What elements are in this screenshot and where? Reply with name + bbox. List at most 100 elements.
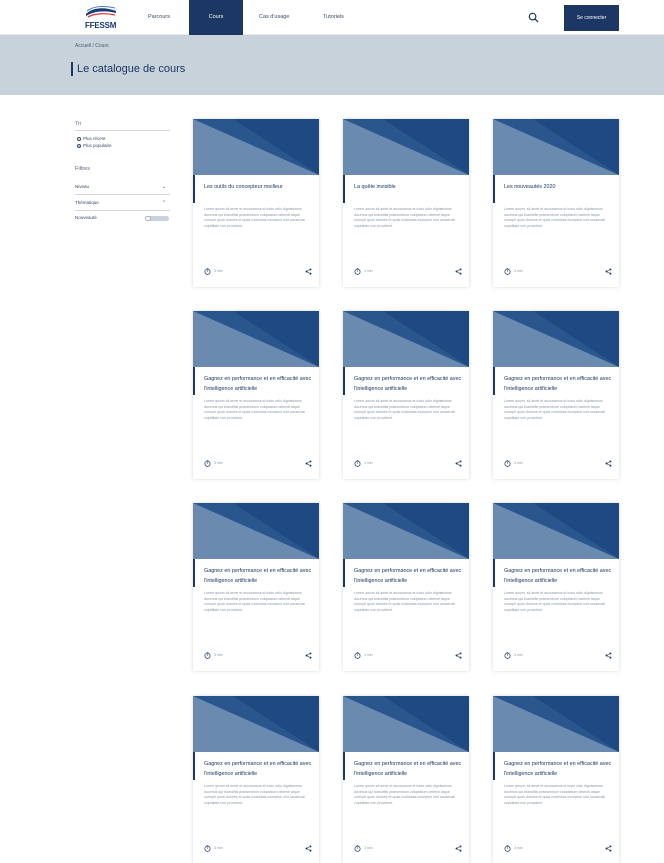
clock-icon xyxy=(354,268,361,275)
course-image xyxy=(493,119,619,175)
logo-text: FFESSM xyxy=(85,21,117,30)
card-accent-bar xyxy=(493,367,495,395)
toggle-knob xyxy=(145,216,151,221)
course-card[interactable]: Gagnez en performance et en efficacité a… xyxy=(193,311,319,479)
course-card[interactable]: Les nouveautés 2020 Lorem ipsum, sit ame… xyxy=(493,119,619,287)
course-title[interactable]: Les outils du concepteur meilleur xyxy=(204,182,314,192)
share-icon[interactable] xyxy=(455,845,462,852)
card-accent-bar xyxy=(493,175,495,203)
filters-heading: Filtres xyxy=(75,166,90,172)
course-card[interactable]: Gagnez en performance et en efficacité a… xyxy=(193,696,319,863)
course-title[interactable]: Gagnez en performance et en efficacité a… xyxy=(504,374,614,394)
course-card[interactable]: Gagnez en performance et en efficacité a… xyxy=(493,503,619,671)
card-accent-bar xyxy=(343,559,345,587)
course-image xyxy=(193,503,319,559)
share-icon[interactable] xyxy=(455,460,462,467)
course-title[interactable]: Gagnez en performance et en efficacité a… xyxy=(354,759,464,779)
clock-icon xyxy=(204,652,211,659)
course-title[interactable]: Gagnez en performance et en efficacité a… xyxy=(504,759,614,779)
course-image xyxy=(493,696,619,752)
course-duration: 3 min xyxy=(364,846,373,850)
course-image xyxy=(493,311,619,367)
course-description: Lorem ipsum sit amet et accusamus et ius… xyxy=(354,207,455,228)
share-icon[interactable] xyxy=(605,845,612,852)
clock-icon xyxy=(504,268,511,275)
clock-icon xyxy=(204,845,211,852)
course-duration: 3 min xyxy=(364,653,373,657)
card-accent-bar xyxy=(343,752,345,780)
course-title[interactable]: La quête invisible xyxy=(354,182,464,192)
connect-button[interactable]: Se connecter xyxy=(564,5,619,31)
nouveaute-toggle[interactable] xyxy=(145,216,169,221)
radio-unchecked-icon[interactable] xyxy=(77,136,81,141)
course-card[interactable]: Gagnez en performance et en efficacité a… xyxy=(343,311,469,479)
course-title[interactable]: Gagnez en performance et en efficacité a… xyxy=(204,759,314,779)
course-card[interactable]: Les outils du concepteur meilleur Lorem … xyxy=(193,119,319,287)
card-accent-bar xyxy=(493,752,495,780)
course-card[interactable]: Gagnez en performance et en efficacité a… xyxy=(193,503,319,671)
card-accent-bar xyxy=(193,752,195,780)
course-duration: 3 min xyxy=(514,461,523,465)
nav-link-parcours[interactable]: Parcours xyxy=(148,0,170,35)
nav-link-tutoriels[interactable]: Tutoriels xyxy=(323,0,344,35)
card-accent-bar xyxy=(193,559,195,587)
share-icon[interactable] xyxy=(305,268,312,275)
breadcrumb[interactable]: Accueil / Cours xyxy=(75,43,109,49)
share-icon[interactable] xyxy=(605,460,612,467)
wave-logo-icon xyxy=(86,5,116,18)
course-card[interactable]: Gagnez en performance et en efficacité a… xyxy=(343,503,469,671)
chevron-down-icon: ⌄ xyxy=(161,184,166,190)
course-title[interactable]: Gagnez en performance et en efficacité a… xyxy=(204,566,314,586)
course-description: Lorem ipsum, sit amet et accusamus et iu… xyxy=(504,591,605,612)
course-title[interactable]: Les nouveautés 2020 xyxy=(504,182,614,192)
course-title[interactable]: Gagnez en performance et en efficacité a… xyxy=(354,374,464,394)
sort-option-recent[interactable]: Plus récent xyxy=(77,136,106,141)
card-accent-bar xyxy=(343,175,345,203)
course-duration: 3 min xyxy=(364,461,373,465)
course-description: Lorem ipsum sit amet et accusamus et ius… xyxy=(354,784,455,805)
sort-option-popular[interactable]: Plus populaire xyxy=(77,143,112,148)
ffessm-logo[interactable]: FFESSM xyxy=(85,3,117,33)
course-card[interactable]: Gagnez en performance et en efficacité a… xyxy=(493,696,619,863)
nav-link-cours[interactable]: Cours xyxy=(189,0,243,35)
radio-checked-icon[interactable] xyxy=(77,143,81,148)
share-icon[interactable] xyxy=(305,460,312,467)
nav-link-cas-usage[interactable]: Cas d'usage xyxy=(259,0,289,35)
course-card[interactable]: Gagnez en performance et en efficacité a… xyxy=(343,696,469,863)
card-accent-bar xyxy=(343,367,345,395)
filter-niveau[interactable]: Niveau ⌄ xyxy=(75,184,170,190)
share-icon[interactable] xyxy=(605,268,612,275)
course-duration: 3 min xyxy=(514,846,523,850)
share-icon[interactable] xyxy=(605,652,612,659)
course-duration: 3 min xyxy=(214,461,223,465)
share-icon[interactable] xyxy=(455,652,462,659)
course-title[interactable]: Gagnez en performance et en efficacité a… xyxy=(204,374,314,394)
clock-icon xyxy=(354,652,361,659)
course-card[interactable]: La quête invisible Lorem ipsum sit amet … xyxy=(343,119,469,287)
course-title[interactable]: Gagnez en performance et en efficacité a… xyxy=(354,566,464,586)
course-description: Lorem ipsum sit amet et accusamus et ius… xyxy=(204,399,305,420)
share-icon[interactable] xyxy=(305,845,312,852)
page-title: Le catalogue de cours xyxy=(77,63,186,75)
divider xyxy=(75,210,170,211)
divider xyxy=(75,130,170,131)
course-image xyxy=(193,119,319,175)
course-image xyxy=(343,503,469,559)
sort-option-label: Plus récent xyxy=(83,136,106,141)
course-duration: 3 min xyxy=(214,846,223,850)
course-duration: 3 min xyxy=(514,653,523,657)
course-description: Lorem ipsum sit amet et accusamus et ius… xyxy=(204,207,305,228)
page-header: Accueil / Cours Le catalogue de cours xyxy=(0,35,664,95)
share-icon[interactable] xyxy=(455,268,462,275)
filter-label: Niveau xyxy=(75,184,90,189)
share-icon[interactable] xyxy=(305,652,312,659)
course-title[interactable]: Gagnez en performance et en efficacité a… xyxy=(504,566,614,586)
search-icon[interactable] xyxy=(528,12,539,23)
course-card[interactable]: Gagnez en performance et en efficacité a… xyxy=(493,311,619,479)
clock-icon xyxy=(504,460,511,467)
course-description: Lorem ipsum, sit amet et accusamus et iu… xyxy=(504,399,605,420)
course-description: Lorem ipsum sit amet et accusamus et ius… xyxy=(354,399,455,420)
course-image xyxy=(493,503,619,559)
clock-icon xyxy=(504,652,511,659)
filter-thematique[interactable]: Thématique ⌃ xyxy=(75,200,170,206)
